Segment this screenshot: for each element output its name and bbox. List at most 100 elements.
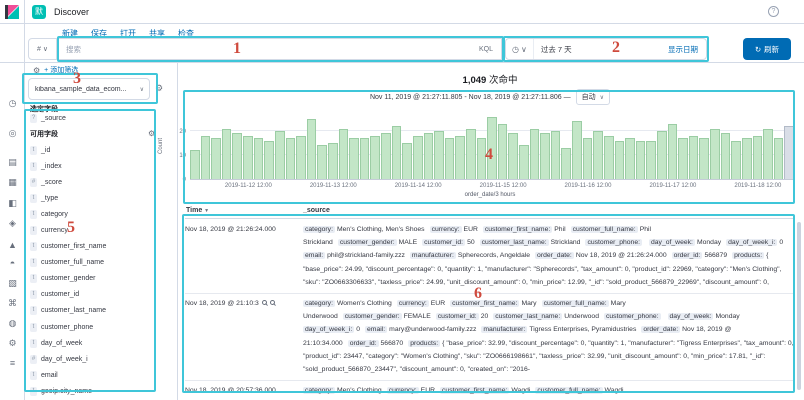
refresh-button[interactable]: ↻ 刷新 [743,38,791,60]
nav-logs-icon[interactable]: ▧ [6,277,19,290]
time-picker[interactable]: ◷ ∨ 过去 7 天 显示日期 [505,38,707,60]
time-range-value[interactable]: 过去 7 天 [534,44,668,55]
histogram-bar[interactable] [604,136,614,179]
histogram-bar[interactable] [402,143,412,179]
field-item-geoip.city_name[interactable]: tgeoip.city_name [30,383,154,399]
time-column-header[interactable]: Time ▼ [186,207,209,214]
menu-item-1[interactable]: 新建 [62,28,78,38]
nav-dev-tools-icon[interactable]: ⚙ [6,337,19,350]
field-item-customer_phone[interactable]: tcustomer_phone [30,319,154,335]
histogram-bar[interactable] [561,148,571,179]
search-input[interactable] [58,45,479,54]
zoom-in-icon[interactable] [262,300,267,305]
histogram-bar[interactable] [721,133,731,179]
histogram-bar[interactable] [657,131,667,179]
vertical-scrollbar[interactable] [797,222,801,390]
histogram-bar[interactable] [317,145,327,179]
histogram-bar[interactable] [424,133,434,179]
menu-item-5[interactable]: 检查 [178,28,194,38]
field-item-customer_id[interactable]: tcustomer_id [30,287,154,303]
histogram-bar[interactable] [455,136,465,179]
histogram-bar[interactable] [190,150,200,179]
histogram-bar[interactable] [731,141,741,179]
index-settings-gear-icon[interactable]: ⚙ [155,83,163,94]
field-item-_type[interactable]: t_type [30,190,154,206]
histogram-bar[interactable] [774,138,784,179]
add-filter-link[interactable]: + 添加筛选 [44,65,78,75]
histogram-bar[interactable] [636,141,646,179]
interval-select[interactable]: 自动 ∨ [576,89,610,105]
menu-item-3[interactable]: 打开 [120,28,136,38]
histogram-bar[interactable] [593,131,603,179]
show-dates-link[interactable]: 显示日期 [668,44,706,55]
field-item-_source[interactable]: ? _source [30,114,66,123]
histogram-bar[interactable] [646,141,656,179]
field-item-day_of_week[interactable]: tday_of_week [30,335,154,351]
histogram-bar[interactable] [530,129,540,179]
kql-language-toggle[interactable]: KQL [479,46,501,53]
histogram-bar[interactable] [615,141,625,179]
histogram-bar[interactable] [466,129,476,179]
histogram-bar[interactable] [307,119,317,179]
histogram-bar[interactable] [434,131,444,179]
field-settings-gear-icon[interactable]: ⚙ [148,129,155,138]
histogram-bar[interactable] [360,138,370,179]
histogram-bar[interactable] [742,138,752,179]
field-item-email[interactable]: temail [30,367,154,383]
nav-dashboard-icon[interactable]: ▦ [6,176,19,189]
histogram-bar[interactable] [222,129,232,179]
nav-management-icon[interactable]: ≡ [6,357,19,370]
query-filter-button[interactable]: #∨ [28,38,57,60]
field-item-_id[interactable]: t_id [30,142,154,158]
histogram-bar[interactable] [445,138,455,179]
field-item-_score[interactable]: #_score [30,174,154,190]
nav-maps-icon[interactable]: ◈ [6,217,19,230]
histogram-bar[interactable] [286,138,296,179]
histogram-bar[interactable] [678,138,688,179]
menu-item-4[interactable]: 共享 [149,28,165,38]
histogram-bar[interactable] [519,145,529,179]
histogram-bar[interactable] [264,141,274,179]
histogram-bar[interactable] [498,124,508,179]
table-row[interactable]: Nov 18, 2019 @ 20:57:36.000category:Men'… [185,380,795,400]
nav-machine-learning-icon[interactable]: ▲ [6,239,19,252]
field-item-customer_last_name[interactable]: tcustomer_last_name [30,303,154,319]
nav-uptime-icon[interactable]: ◍ [6,317,19,330]
histogram-bar[interactable] [328,143,338,179]
field-item-customer_first_name[interactable]: tcustomer_first_name [30,239,154,255]
field-item-customer_full_name[interactable]: tcustomer_full_name [30,255,154,271]
histogram-bar[interactable] [339,129,349,179]
histogram-bar[interactable] [668,124,678,179]
histogram-bar[interactable] [392,126,402,179]
space-avatar[interactable]: 默 [32,5,46,19]
histogram-bar[interactable] [540,133,550,179]
nav-canvas-icon[interactable]: ◧ [6,197,19,210]
histogram-bar[interactable] [753,136,763,179]
histogram-bar[interactable] [211,138,221,179]
field-item-currency[interactable]: tcurrency [30,222,154,238]
histogram-bar[interactable] [381,133,391,179]
help-icon[interactable]: ? [768,6,779,17]
histogram-bar[interactable] [699,138,709,179]
histogram-bar[interactable] [349,138,359,179]
menu-item-2[interactable]: 保存 [91,28,107,38]
histogram-bar[interactable] [710,129,720,179]
index-pattern-selector[interactable]: kibana_sample_data_ecom... ∨ [28,78,150,100]
histogram-bar[interactable] [572,121,582,179]
histogram-bar[interactable] [763,129,773,179]
field-item-category[interactable]: tcategory [30,206,154,222]
histogram-bar[interactable] [583,138,593,179]
histogram-bar[interactable] [275,131,285,179]
clock-dropdown[interactable]: ◷ ∨ [506,39,534,59]
histogram-bar[interactable] [551,131,561,179]
nav-recent-icon[interactable]: ◷ [6,97,19,110]
histogram-bar[interactable] [370,136,380,179]
field-item-day_of_week_i[interactable]: #day_of_week_i [30,351,154,367]
nav-apm-icon[interactable]: ⌘ [6,297,19,310]
kibana-logo[interactable] [0,0,25,23]
table-row[interactable]: Nov 18, 2019 @ 21:26:24.000category:Men'… [185,220,795,293]
histogram-bar[interactable] [413,136,423,179]
histogram-bar[interactable] [296,136,306,179]
nav-visualize-icon[interactable]: ▤ [6,156,19,169]
histogram-bar[interactable] [254,138,264,179]
